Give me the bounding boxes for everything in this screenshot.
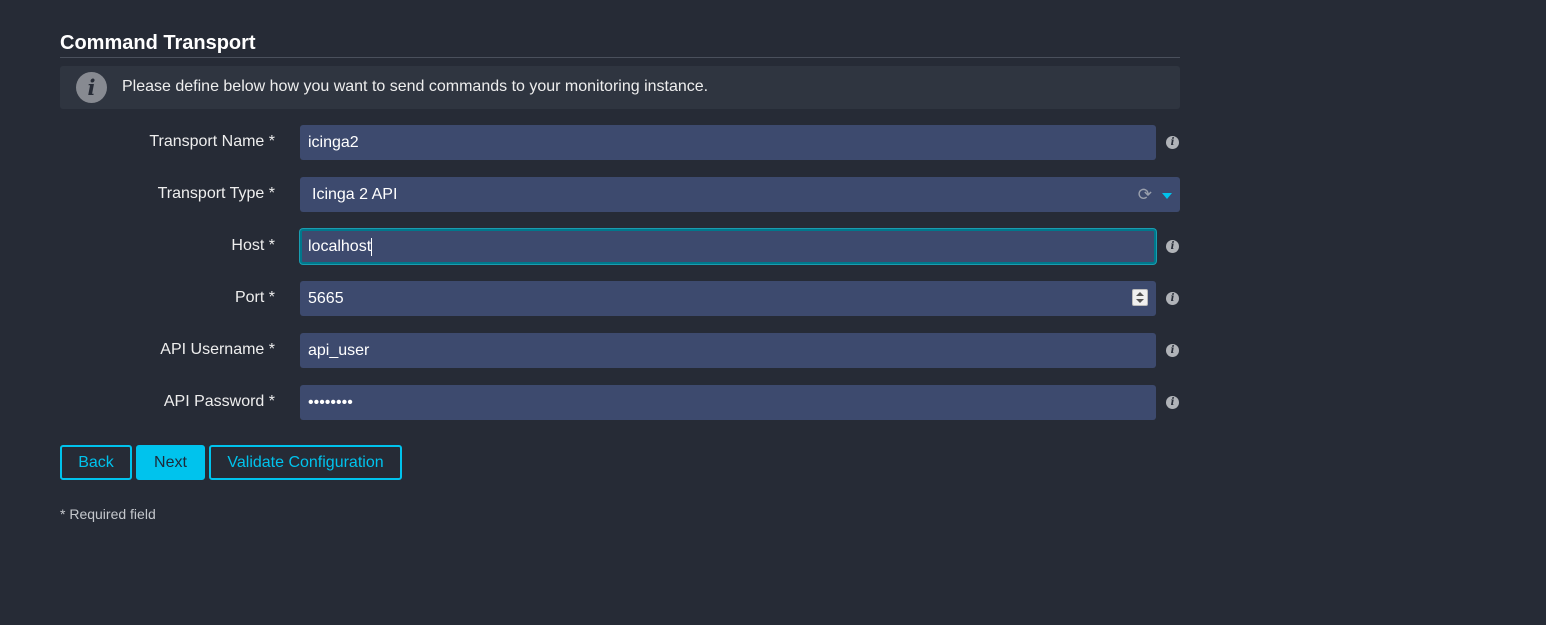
host-label: Host *: [231, 237, 275, 254]
info-box: i Please define below how you want to se…: [60, 66, 1180, 109]
help-icon[interactable]: i: [1166, 344, 1179, 357]
help-icon[interactable]: i: [1166, 240, 1179, 253]
api-password-input[interactable]: ••••••••: [300, 385, 1156, 420]
row-api-username: API Username * api_user i: [60, 333, 1180, 369]
transport-type-label: Transport Type *: [157, 185, 275, 202]
help-icon[interactable]: i: [1166, 136, 1179, 149]
next-button[interactable]: Next: [136, 445, 205, 480]
transport-name-input[interactable]: icinga2: [300, 125, 1156, 160]
api-username-input[interactable]: api_user: [300, 333, 1156, 368]
api-password-value: ••••••••: [308, 394, 353, 411]
back-button[interactable]: Back: [60, 445, 132, 480]
help-icon[interactable]: i: [1166, 292, 1179, 305]
page-title: Command Transport: [60, 32, 1180, 58]
transport-name-label: Transport Name *: [149, 133, 275, 150]
port-input[interactable]: 5665: [300, 281, 1156, 316]
chevron-down-icon[interactable]: [1162, 193, 1172, 199]
host-value: localhost: [308, 238, 372, 255]
transport-name-value: icinga2: [308, 134, 359, 151]
info-text: Please define below how you want to send…: [122, 78, 709, 95]
help-icon[interactable]: i: [1166, 396, 1179, 409]
transport-type-select[interactable]: Icinga 2 API ⟳: [300, 177, 1180, 212]
stepper-down-icon[interactable]: [1136, 299, 1144, 303]
row-port: Port * 5665 i: [60, 281, 1180, 317]
port-stepper[interactable]: [1132, 289, 1148, 306]
api-username-value: api_user: [308, 342, 370, 359]
reload-icon[interactable]: ⟳: [1138, 186, 1152, 203]
row-host: Host * localhost i: [60, 229, 1180, 265]
transport-type-value: Icinga 2 API: [312, 186, 398, 203]
row-transport-type: Transport Type * Icinga 2 API ⟳: [60, 177, 1180, 213]
required-field-note: * Required field: [60, 506, 156, 522]
row-api-password: API Password * •••••••• i: [60, 385, 1180, 421]
text-caret: [371, 237, 373, 256]
stepper-up-icon[interactable]: [1136, 292, 1144, 296]
api-password-label: API Password *: [163, 393, 275, 410]
row-transport-name: Transport Name * icinga2 i: [60, 125, 1180, 161]
port-value: 5665: [308, 290, 344, 307]
api-username-label: API Username *: [160, 341, 275, 358]
host-input[interactable]: localhost: [300, 229, 1156, 264]
info-icon: i: [76, 72, 107, 103]
port-label: Port *: [234, 289, 275, 306]
validate-configuration-button[interactable]: Validate Configuration: [209, 445, 402, 480]
